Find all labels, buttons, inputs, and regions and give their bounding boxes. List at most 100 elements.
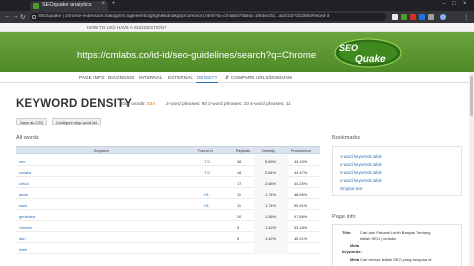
table-row: kami H1 11 1.74% 50.91% <box>16 199 320 210</box>
density-cell: 1.42% <box>265 224 277 230</box>
extensions-puzzle-icon[interactable] <box>428 14 434 20</box>
keyword-cell[interactable]: seo <box>19 159 25 164</box>
table-row: dan 9 1.42% 45.21% <box>16 232 320 243</box>
density-cell: 5.89% <box>265 158 277 164</box>
tab-external[interactable]: EXTERNAL <box>168 75 193 80</box>
three-word-value: 23 <box>243 102 250 107</box>
table-row: untuk 17 2.68% 44.25% <box>16 177 320 188</box>
keyword-cell[interactable]: anda <box>19 192 28 197</box>
have-a-suggestion-link[interactable]: HAVE A SUGGESTION? <box>117 25 166 30</box>
table-row: checker 9 1.42% 33.18% <box>16 221 320 232</box>
table-row: lebih <box>16 243 320 254</box>
tab-internal[interactable]: INTERNAL <box>139 75 163 80</box>
maximize-icon[interactable]: □ <box>452 1 456 7</box>
title-key: Title: <box>342 230 352 235</box>
four-word-value: 11 <box>285 102 291 107</box>
prominence-cell: 44.25% <box>294 180 308 186</box>
total-words-label: Total words: <box>120 102 146 107</box>
seoquake-subnav: PAGE INFO DIAGNOSIS INTERNAL EXTERNAL DE… <box>0 72 474 83</box>
seoquake-extension-icon[interactable] <box>401 14 407 20</box>
prominence-cell: 44.15% <box>294 158 308 164</box>
forward-icon[interactable]: → <box>12 13 19 20</box>
bookmark-2-word-link[interactable]: 2-word keywords table <box>340 162 382 167</box>
tab-density[interactable]: DENSITY <box>197 75 218 80</box>
total-words-value: 834 <box>146 102 155 107</box>
browser-tab-strip: SEOquake analytics × + – □ × <box>0 0 474 11</box>
meta-description-key: Meta <box>350 257 360 262</box>
scrollbar-thumb[interactable] <box>470 76 473 116</box>
repeats-cell: 17 <box>237 180 242 186</box>
menu-kebab-icon[interactable]: ⋮ <box>463 13 470 21</box>
col-density[interactable]: Density <box>262 149 275 153</box>
new-tab-icon[interactable]: + <box>112 1 116 7</box>
bookmark-original-text-link[interactable]: Original text <box>340 186 362 191</box>
keyword-cell[interactable]: kami <box>19 203 27 208</box>
keyword-cell[interactable]: lebih <box>19 247 27 252</box>
repeats-cell: 9 <box>237 224 240 230</box>
extension-icon-blue[interactable] <box>419 14 425 20</box>
density-cell: 1.74% <box>265 202 277 208</box>
col-repeats[interactable]: Repeats <box>236 149 250 153</box>
table-row: cmlabs T D 18 2.84% 44.47% <box>16 166 320 177</box>
found-in-cell[interactable]: T D <box>204 159 210 164</box>
table-header: Keyword Found in Repeats Density Promine… <box>16 146 320 154</box>
bookmark-3-word-link[interactable]: 3-word keywords table <box>340 170 382 175</box>
compare-icon: ⇵ <box>225 75 229 80</box>
col-keyword[interactable]: Keyword <box>94 149 109 153</box>
repeats-cell: 10 <box>237 213 242 219</box>
tab-diagnosis[interactable]: DIAGNOSIS <box>108 75 134 80</box>
extension-icon-red[interactable] <box>410 14 416 20</box>
bookmark-4-word-link[interactable]: 4-word keywords table <box>340 178 382 183</box>
repeats-cell: 11 <box>237 202 242 208</box>
bookmark-star-icon[interactable] <box>392 14 398 20</box>
omnibox[interactable]: SEOquake | chrome-extension://akdgnmcogl… <box>30 13 386 21</box>
browser-tab[interactable]: SEOquake analytics × <box>30 1 108 11</box>
tab-compare-urls-domains[interactable]: COMPARE URLS/DOMAINS <box>231 75 292 80</box>
keyword-cell[interactable]: dan <box>19 236 26 241</box>
profile-avatar[interactable] <box>440 14 446 20</box>
found-in-cell[interactable]: H1 <box>204 192 209 197</box>
bookmarks-panel: 1-word keywords table 2-word keywords ta… <box>332 146 462 196</box>
configure-stop-word-button[interactable]: Configure stop-word list <box>52 118 101 125</box>
density-cell: 1.58% <box>265 213 277 219</box>
tab-page-info[interactable]: PAGE INFO <box>79 75 105 80</box>
reload-icon[interactable]: ↻ <box>20 13 25 21</box>
back-icon[interactable]: ← <box>4 13 11 20</box>
col-prominence[interactable]: Prominence <box>291 149 311 153</box>
keyword-cell[interactable]: cmlabs <box>19 170 31 175</box>
keyword-cell[interactable]: checker <box>19 225 33 230</box>
keyword-cell[interactable]: untuk <box>19 181 29 186</box>
two-word-value: 60 <box>201 102 208 107</box>
meta-keywords-key-line-2: keywords: <box>342 249 362 254</box>
save-as-csv-button[interactable]: Save as CSV <box>16 118 48 125</box>
tab-title: SEOquake analytics <box>42 2 92 8</box>
address-bar-row: ← → ↻ SEOquake | chrome-extension://akdg… <box>0 11 474 23</box>
density-column-shade <box>254 243 288 254</box>
prominence-cell: 44.47% <box>294 169 308 175</box>
table-row: anda H1 11 1.74% 48.89% <box>16 188 320 199</box>
found-in-cell[interactable]: T D <box>204 170 210 175</box>
seoquake-header-banner: https://cmlabs.co/id-id/seo-guidelines/s… <box>0 32 474 72</box>
close-tab-icon[interactable]: × <box>101 1 105 7</box>
close-window-icon[interactable]: × <box>463 1 467 7</box>
keyword-cell[interactable]: generator <box>19 214 36 219</box>
prominence-cell: 50.91% <box>294 202 308 208</box>
page-title: KEYWORD DENSITY <box>16 98 133 110</box>
page-info-panel: Title: Cari dan Pahami Lebih Banyak Tent… <box>332 224 462 266</box>
title-value-line-1: Cari dan Pahami Lebih Banyak Tentang <box>360 230 431 235</box>
bookmark-1-word-link[interactable]: 1-word keywords table <box>340 154 382 159</box>
repeats-cell: 9 <box>237 235 240 241</box>
how-to-use-link[interactable]: HOW TO USE <box>87 25 116 30</box>
seoquake-top-bar: HOW TO USE HAVE A SUGGESTION? <box>0 23 474 32</box>
active-tab-indicator <box>196 81 218 83</box>
all-words-heading: All words <box>16 135 39 141</box>
minimize-icon[interactable]: – <box>442 1 445 7</box>
page-info-heading: Page info <box>332 214 356 220</box>
four-word-stat: 4-word phrases: 11 <box>250 102 291 107</box>
seoquake-logo: SEO Quake <box>334 38 402 68</box>
col-found-in[interactable]: Found in <box>198 149 213 153</box>
found-in-cell[interactable]: H1 <box>204 203 209 208</box>
table-row: seo T D 38 5.89% 44.15% <box>16 155 320 166</box>
density-cell: 2.84% <box>265 169 277 175</box>
two-word-label: 2-word phrases: <box>166 102 201 107</box>
